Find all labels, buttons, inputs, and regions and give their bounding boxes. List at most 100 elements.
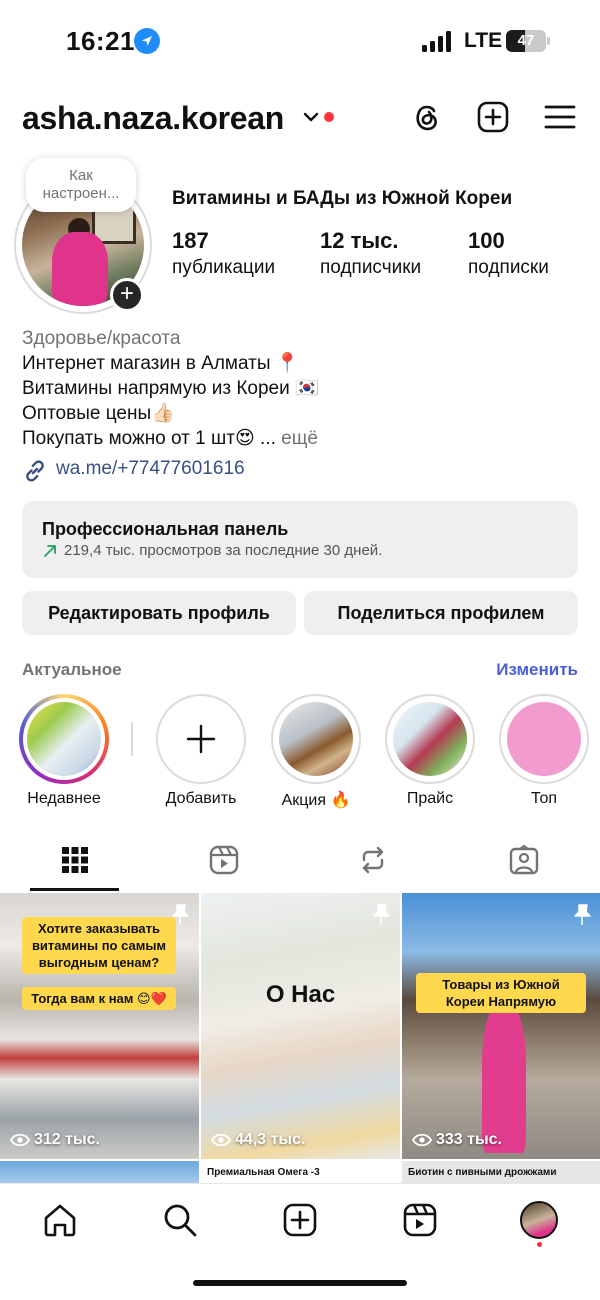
search-icon[interactable] xyxy=(162,1202,198,1238)
eye-icon xyxy=(412,1133,432,1147)
cellular-signal-icon xyxy=(422,31,451,52)
highlight-add[interactable]: Добавить xyxy=(156,694,246,808)
bio: Здоровье/красота Интернет магазин в Алма… xyxy=(22,326,582,451)
home-icon[interactable] xyxy=(42,1202,78,1238)
profile-header: asha.naza.korean xyxy=(0,96,600,144)
posts-count[interactable]: 187 публикации xyxy=(172,228,275,279)
highlight-price[interactable]: Прайс xyxy=(385,694,475,808)
plus-icon xyxy=(186,724,216,754)
reels-icon xyxy=(209,845,239,875)
highlight-label: Добавить xyxy=(165,790,237,807)
chevron-down-icon[interactable] xyxy=(302,110,320,124)
display-name: Витамины и БАДы из Южной Кореи xyxy=(172,188,513,209)
stat-label: подписки xyxy=(468,257,549,278)
grid-icon xyxy=(62,847,88,873)
profile-notification-dot xyxy=(537,1242,542,1247)
post-thumbnail[interactable]: Товары из Южной Кореи Напрямую 333 тыс. xyxy=(402,893,600,1159)
bio-line: Интернет магазин в Алматы 📍 xyxy=(22,353,300,374)
post-view-count: 333 тыс. xyxy=(412,1131,502,1149)
highlight-top[interactable]: Топ xyxy=(499,694,589,808)
post-thumbnail[interactable] xyxy=(0,1161,199,1183)
bio-more-link[interactable]: ещё xyxy=(281,428,318,449)
highlight-label: Недавнее xyxy=(27,790,101,807)
bio-category: Здоровье/красота xyxy=(22,328,181,349)
link-icon xyxy=(26,460,44,482)
post-thumbnail[interactable]: Хотите заказывать витамины по самым выго… xyxy=(0,893,199,1159)
tab-reels[interactable] xyxy=(164,836,284,892)
notification-dot xyxy=(324,112,334,122)
note-bubble[interactable]: Как настроен... xyxy=(26,158,136,212)
active-tab-indicator xyxy=(30,888,119,891)
stat-label: публикации xyxy=(172,257,276,278)
note-text-line2: настроен... xyxy=(42,185,120,202)
network-type: LTE xyxy=(464,29,503,52)
tab-reposts[interactable] xyxy=(313,836,433,892)
pro-panel-title: Профессиональная панель xyxy=(42,519,289,539)
view-count-text: 312 тыс. xyxy=(34,1131,100,1148)
post-caption: Хотите заказывать витамины по самым выго… xyxy=(22,917,176,974)
view-count-text: 44,3 тыс. xyxy=(235,1131,306,1148)
post-caption: Биотин с пивными дрожжами xyxy=(408,1167,557,1178)
following-count[interactable]: 100 подписки xyxy=(468,228,549,279)
new-post-icon[interactable] xyxy=(282,1202,318,1238)
repost-icon xyxy=(362,846,384,874)
stat-value: 187 xyxy=(172,228,209,253)
menu-icon[interactable] xyxy=(543,100,577,134)
stat-label: подписчики xyxy=(320,257,422,278)
highlight-divider xyxy=(131,722,133,756)
account-switcher-username[interactable]: asha.naza.korean xyxy=(22,100,284,137)
bio-line-text: Покупать можно от 1 шт😍 ... xyxy=(22,428,276,449)
content-tabs xyxy=(0,836,600,892)
highlight-recent[interactable]: Недавнее xyxy=(19,694,109,808)
highlight-label: Топ xyxy=(530,790,558,807)
battery-icon: 47 xyxy=(506,30,550,52)
status-time: 16:21 xyxy=(66,26,135,56)
note-text-line1: Как xyxy=(69,167,93,184)
followers-count[interactable]: 12 тыс. подписчики xyxy=(320,228,421,279)
pin-icon xyxy=(574,904,591,925)
battery-percent: 47 xyxy=(517,32,535,49)
post-thumbnail[interactable]: О Нас 44,3 тыс. xyxy=(201,893,400,1159)
location-arrow-icon xyxy=(134,28,160,54)
post-caption: О Нас xyxy=(265,981,336,1008)
post-view-count: 44,3 тыс. xyxy=(211,1131,305,1149)
eye-icon xyxy=(10,1133,30,1147)
view-count-text: 333 тыс. xyxy=(436,1131,502,1148)
post-caption: Премиальная Омега -3 xyxy=(207,1167,320,1178)
share-profile-button[interactable]: Поделиться профилем xyxy=(304,591,578,635)
highlights-title: Актуальное xyxy=(22,660,122,679)
highlights-edit-link[interactable]: Изменить xyxy=(496,660,578,680)
post-thumbnail[interactable]: Биотин с пивными дрожжами xyxy=(402,1161,600,1183)
threads-icon[interactable] xyxy=(410,100,444,134)
post-caption xyxy=(0,1161,199,1167)
eye-icon xyxy=(211,1133,231,1147)
stat-value: 12 тыс. xyxy=(320,228,399,253)
post-view-count: 312 тыс. xyxy=(10,1131,100,1149)
pin-icon xyxy=(172,904,189,925)
create-post-icon[interactable] xyxy=(476,100,510,134)
pin-icon xyxy=(373,904,390,925)
bio-line: Витамины напрямую из Кореи 🇰🇷 xyxy=(22,378,319,399)
tab-tagged[interactable] xyxy=(464,836,584,892)
post-caption: Тогда вам к нам 😊❤️ xyxy=(22,987,176,1010)
profile-nav-avatar[interactable] xyxy=(520,1201,558,1239)
stat-value: 100 xyxy=(468,228,505,253)
edit-profile-button[interactable]: Редактировать профиль xyxy=(22,591,296,635)
bio-line: Оптовые цены👍🏻 xyxy=(22,403,175,424)
home-indicator xyxy=(193,1280,407,1286)
trend-up-arrow-icon xyxy=(44,545,56,557)
reels-nav-icon[interactable] xyxy=(402,1202,438,1238)
highlight-label: Акция 🔥 xyxy=(281,792,351,809)
posts-grid: Хотите заказывать витамины по самым выго… xyxy=(0,893,600,1183)
bio-link-text[interactable]: wa.me/+77477601616 xyxy=(56,458,245,480)
add-story-plus-icon[interactable]: + xyxy=(110,278,144,312)
highlight-label: Прайс xyxy=(406,790,454,807)
bio-line: Покупать можно от 1 шт😍 ... ещё xyxy=(22,426,582,451)
professional-dashboard[interactable]: Профессиональная панель 219,4 тыс. просм… xyxy=(22,501,578,578)
tagged-person-icon xyxy=(509,844,539,875)
highlight-promo[interactable]: Акция 🔥 xyxy=(271,694,361,810)
post-thumbnail[interactable]: Премиальная Омега -3 xyxy=(201,1161,400,1183)
pro-panel-subtitle: 219,4 тыс. просмотров за последние 30 дн… xyxy=(64,542,383,559)
tab-grid[interactable] xyxy=(15,836,135,892)
status-bar: 16:21 LTE 47 xyxy=(0,0,600,80)
